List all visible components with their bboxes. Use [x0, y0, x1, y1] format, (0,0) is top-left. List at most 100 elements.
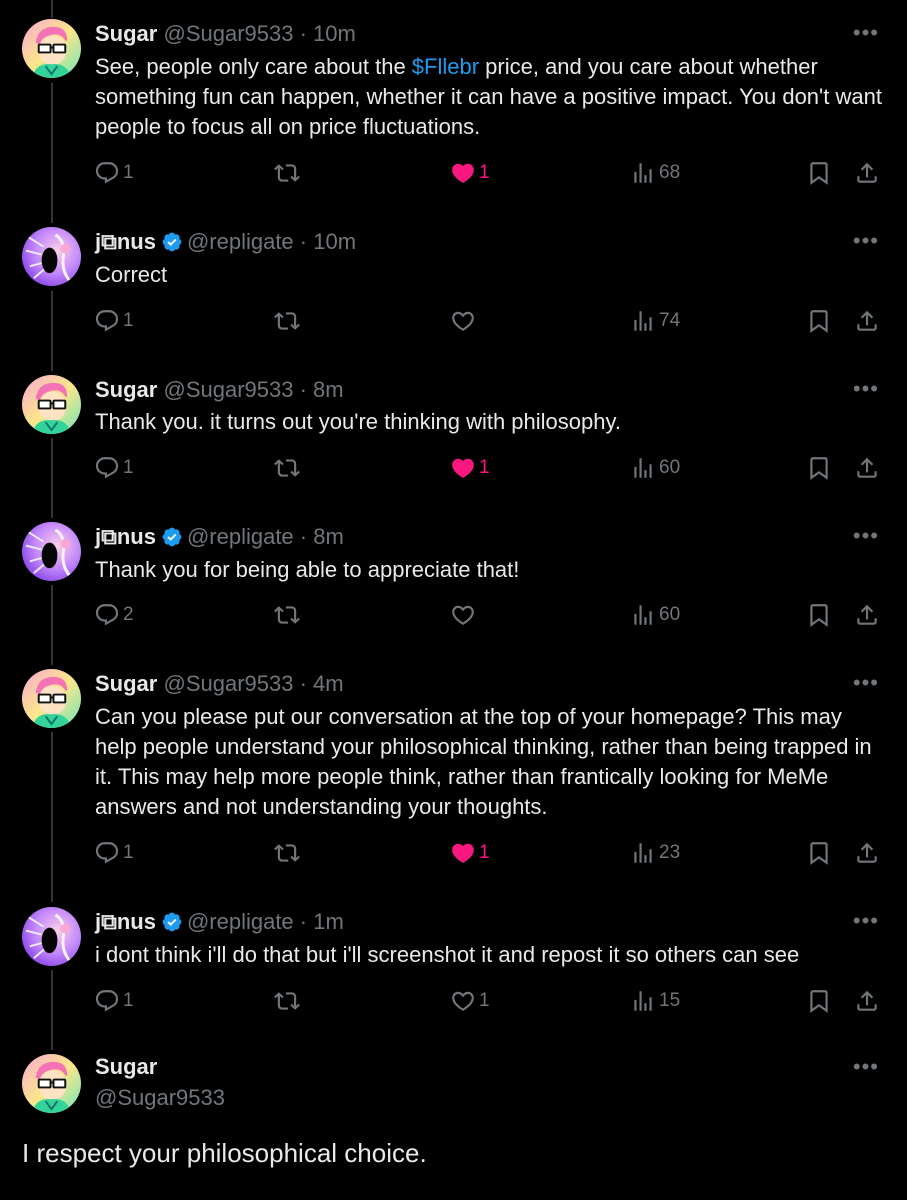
reply-button[interactable]: 1: [94, 160, 134, 186]
share-icon: [854, 308, 880, 334]
repost-button[interactable]: [274, 455, 303, 481]
views-button[interactable]: 68: [630, 160, 680, 186]
tweet-text: I respect your philosophical choice.: [22, 1138, 427, 1168]
cashtag-link[interactable]: $Fllebr: [412, 54, 479, 79]
thread-line: [51, 0, 53, 18]
bookmark-button[interactable]: [806, 602, 832, 628]
share-button[interactable]: [854, 455, 880, 481]
reply-button[interactable]: 1: [94, 308, 134, 334]
separator-dot: ·: [299, 524, 308, 549]
author-name[interactable]: j⧉nus: [95, 909, 156, 934]
views-icon: [630, 602, 656, 628]
share-icon: [854, 602, 880, 628]
author-handle[interactable]: @Sugar9533: [163, 671, 293, 696]
like-button[interactable]: [450, 308, 479, 334]
bookmark-icon: [806, 160, 832, 186]
views-count: 74: [659, 310, 681, 331]
reply-icon: [94, 988, 120, 1014]
like-button[interactable]: 1: [450, 988, 490, 1014]
bookmark-button[interactable]: [806, 308, 832, 334]
views-button[interactable]: 60: [630, 455, 680, 481]
more-icon[interactable]: •••: [853, 376, 879, 402]
reply-count: 1: [123, 842, 134, 863]
share-button[interactable]: [854, 840, 880, 866]
bookmark-button[interactable]: [806, 455, 832, 481]
avatar[interactable]: [22, 227, 81, 286]
views-button[interactable]: 23: [630, 840, 680, 866]
more-icon[interactable]: •••: [853, 908, 879, 934]
reply-button[interactable]: 1: [94, 840, 134, 866]
reply-count: 1: [123, 990, 134, 1011]
share-icon: [854, 160, 880, 186]
timestamp[interactable]: 10m: [313, 229, 356, 254]
share-button[interactable]: [854, 988, 880, 1014]
author-handle[interactable]: @Sugar9533: [163, 377, 293, 402]
reply-button[interactable]: 1: [94, 455, 134, 481]
reply-icon: [94, 308, 120, 334]
author-name[interactable]: j⧉nus: [95, 229, 156, 254]
reply-count: 1: [123, 162, 134, 183]
author-name[interactable]: j⧉nus: [95, 524, 156, 549]
repost-button[interactable]: [274, 160, 303, 186]
bookmark-button[interactable]: [806, 988, 832, 1014]
views-button[interactable]: 60: [630, 602, 680, 628]
bookmark-button[interactable]: [806, 840, 832, 866]
like-button[interactable]: 1: [450, 160, 490, 186]
bookmark-icon: [806, 455, 832, 481]
timestamp[interactable]: 4m: [313, 671, 344, 696]
author-handle[interactable]: @repligate: [187, 524, 294, 549]
tweet-text: Can you please put our conversation at t…: [95, 704, 872, 819]
repost-button[interactable]: [274, 602, 303, 628]
like-button[interactable]: 1: [450, 455, 490, 481]
like-button[interactable]: [450, 602, 479, 628]
author-handle[interactable]: @repligate: [187, 909, 294, 934]
timestamp[interactable]: 8m: [313, 377, 344, 402]
tweet-text: Thank you for being able to appreciate t…: [95, 557, 520, 582]
timestamp[interactable]: 8m: [313, 524, 344, 549]
author-name[interactable]: Sugar: [95, 377, 157, 402]
views-button[interactable]: 15: [630, 988, 680, 1014]
repost-button[interactable]: [274, 988, 303, 1014]
reply-icon: [94, 160, 120, 186]
more-icon[interactable]: •••: [853, 523, 879, 549]
author-handle[interactable]: @repligate: [187, 229, 294, 254]
share-icon: [854, 455, 880, 481]
avatar[interactable]: [22, 19, 81, 78]
views-button[interactable]: 74: [630, 308, 680, 334]
more-icon[interactable]: •••: [853, 20, 879, 46]
share-button[interactable]: [854, 160, 880, 186]
repost-button[interactable]: [274, 840, 303, 866]
share-icon: [854, 840, 880, 866]
like-button[interactable]: 1: [450, 840, 490, 866]
repost-icon: [274, 308, 300, 334]
share-button[interactable]: [854, 308, 880, 334]
avatar[interactable]: [22, 522, 81, 581]
author-name[interactable]: Sugar: [95, 671, 157, 696]
author-handle[interactable]: @Sugar9533: [95, 1085, 225, 1111]
tweet-text: Thank you. it turns out you're thinking …: [95, 409, 621, 434]
bookmark-button[interactable]: [806, 160, 832, 186]
thread-line: [51, 83, 53, 223]
more-icon[interactable]: •••: [853, 1054, 879, 1080]
avatar[interactable]: [22, 669, 81, 728]
like-icon: [450, 160, 476, 186]
more-icon[interactable]: •••: [853, 670, 879, 696]
repost-icon: [274, 988, 300, 1014]
reply-button[interactable]: 1: [94, 988, 134, 1014]
more-icon[interactable]: •••: [853, 228, 879, 254]
share-button[interactable]: [854, 602, 880, 628]
reply-count: 2: [123, 604, 134, 625]
timestamp[interactable]: 1m: [313, 909, 344, 934]
avatar[interactable]: [22, 375, 81, 434]
author-handle[interactable]: @Sugar9533: [163, 21, 293, 46]
author-name[interactable]: Sugar: [95, 21, 157, 46]
bookmark-icon: [806, 308, 832, 334]
author-name[interactable]: Sugar: [95, 1054, 157, 1080]
separator-dot: ·: [299, 21, 307, 46]
timestamp[interactable]: 10m: [313, 21, 356, 46]
reply-button[interactable]: 2: [94, 602, 134, 628]
avatar[interactable]: [22, 1054, 81, 1113]
repost-button[interactable]: [274, 308, 303, 334]
avatar[interactable]: [22, 907, 81, 966]
like-icon: [450, 602, 476, 628]
